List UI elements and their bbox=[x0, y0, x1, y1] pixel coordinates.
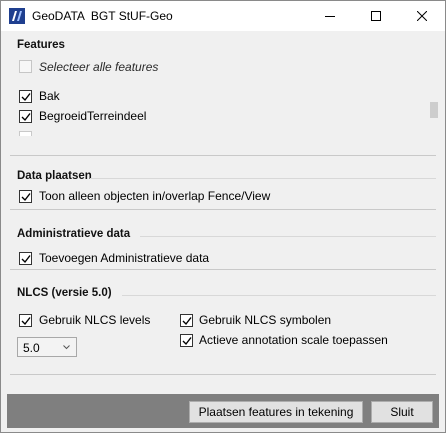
feature-label-bak: Bak bbox=[39, 89, 60, 103]
dialog-window: GeoDATA BGT StUF-Geo Features Selecteer … bbox=[0, 0, 446, 433]
feature-list-scrollbar[interactable] bbox=[429, 90, 439, 124]
window-title: GeoDATA BGT StUF-Geo bbox=[32, 9, 173, 23]
close-button[interactable] bbox=[399, 1, 445, 31]
maximize-icon bbox=[371, 11, 381, 21]
feature-label-begroeid: BegroeidTerreindeel bbox=[39, 109, 147, 123]
administratieve-title: Administratieve data bbox=[17, 228, 131, 240]
nlcs-levels-checkbox[interactable] bbox=[19, 314, 32, 327]
nlcs-symbols-label: Gebruik NLCS symbolen bbox=[199, 313, 332, 327]
annotation-scale-label: Actieve annotation scale toepassen bbox=[199, 333, 388, 347]
nlcs-group: NLCS (versie 5.0) Gebruik NLCS levels Ge… bbox=[10, 279, 436, 375]
title-bar[interactable]: GeoDATA BGT StUF-Geo bbox=[1, 1, 445, 31]
checkmark-icon bbox=[21, 193, 31, 202]
nlcs-symbols-checkbox[interactable] bbox=[180, 314, 193, 327]
data-plaatsen-group: Data plaatsen Toon alleen objecten in/ov… bbox=[10, 165, 436, 210]
checkmark-icon bbox=[21, 255, 31, 264]
feature-checkbox-begroeid[interactable] bbox=[19, 110, 32, 123]
minimize-icon bbox=[325, 16, 335, 17]
checkmark-icon bbox=[21, 93, 31, 102]
data-plaatsen-title: Data plaatsen bbox=[17, 170, 92, 182]
maximize-button[interactable] bbox=[353, 1, 399, 31]
checkmark-icon bbox=[21, 113, 31, 122]
checkmark-icon bbox=[182, 337, 192, 346]
select-all-label: Selecteer alle features bbox=[39, 60, 159, 74]
administratieve-checkbox[interactable] bbox=[19, 252, 32, 265]
close-dialog-button[interactable]: Sluit bbox=[371, 401, 433, 423]
fence-label: Toon alleen objecten in/overlap Fence/Vi… bbox=[39, 189, 271, 203]
dialog-footer: Plaatsen features in tekening Sluit bbox=[7, 394, 439, 428]
divider bbox=[90, 178, 436, 179]
nlcs-version-select[interactable]: 5.0 bbox=[17, 337, 77, 357]
divider bbox=[140, 236, 436, 237]
nlcs-levels-label: Gebruik NLCS levels bbox=[39, 313, 151, 327]
select-all-checkbox[interactable] bbox=[19, 60, 32, 73]
divider bbox=[122, 295, 436, 296]
minimize-button[interactable] bbox=[307, 1, 353, 31]
nlcs-title: NLCS (versie 5.0) bbox=[17, 287, 112, 299]
chevron-down-icon bbox=[63, 345, 70, 350]
nlcs-version-value: 5.0 bbox=[23, 341, 40, 355]
feature-checkbox-bak[interactable] bbox=[19, 90, 32, 103]
close-icon bbox=[417, 11, 427, 21]
checkmark-icon bbox=[21, 317, 31, 326]
feature-list[interactable]: Selecteer alle features Bak BegroeidTerr… bbox=[10, 53, 430, 136]
fence-checkbox[interactable] bbox=[19, 190, 32, 203]
geodata-app-icon bbox=[9, 8, 25, 24]
administratieve-label: Toevoegen Administratieve data bbox=[39, 251, 210, 265]
annotation-scale-checkbox[interactable] bbox=[180, 334, 193, 347]
features-group: Features Selecteer alle features Bak Beg… bbox=[10, 37, 439, 156]
administratieve-group: Administratieve data Toevoegen Administr… bbox=[10, 222, 436, 270]
checkmark-icon bbox=[182, 317, 192, 326]
feature-checkbox-partial[interactable] bbox=[19, 131, 32, 136]
scrollbar-thumb[interactable] bbox=[430, 102, 438, 118]
place-features-button[interactable]: Plaatsen features in tekening bbox=[189, 401, 363, 423]
features-title: Features bbox=[17, 39, 65, 51]
dialog-content: Features Selecteer alle features Bak Beg… bbox=[7, 31, 439, 391]
